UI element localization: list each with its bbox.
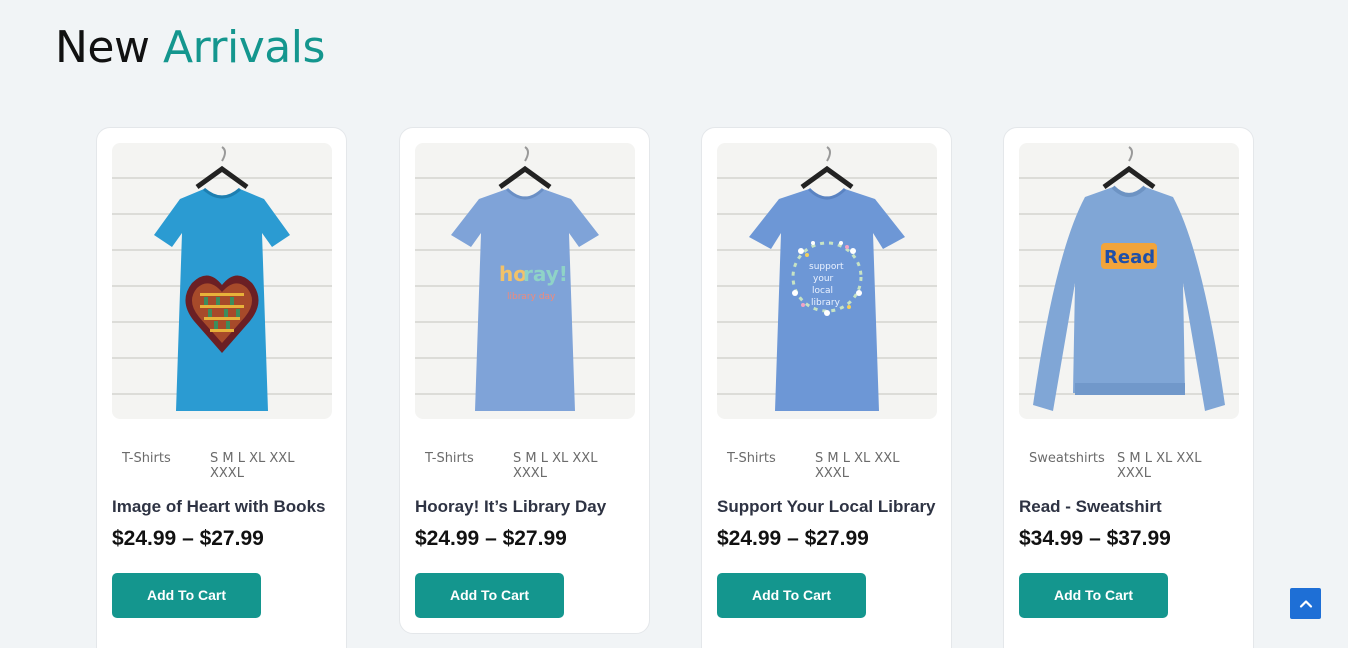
product-card: T-Shirts S M L XL XXL XXXL Image of Hear…	[96, 127, 347, 648]
product-sizes: S M L XL XXL XXXL	[513, 451, 598, 481]
scroll-to-top-button[interactable]	[1290, 588, 1321, 619]
product-title[interactable]: Support Your Local Library	[717, 495, 936, 519]
chevron-up-icon	[1299, 599, 1312, 608]
product-title[interactable]: Read - Sweatshirt	[1019, 495, 1238, 519]
product-title[interactable]: Image of Heart with Books	[112, 495, 331, 519]
product-price: $24.99 – $27.99	[717, 527, 869, 550]
svg-text:ray!: ray!	[523, 262, 568, 286]
product-price: $24.99 – $27.99	[112, 527, 264, 550]
product-card: ho ray! library day T-Shirts S M L XL XX…	[399, 127, 650, 634]
product-sizes: S M L XL XXL XXXL	[1117, 451, 1202, 481]
product-price: $34.99 – $37.99	[1019, 527, 1171, 550]
add-to-cart-button[interactable]: Add To Cart	[415, 573, 564, 618]
add-to-cart-button[interactable]: Add To Cart	[112, 573, 261, 618]
svg-text:library: library	[811, 298, 841, 308]
svg-text:library day: library day	[507, 292, 556, 302]
svg-text:your: your	[813, 274, 834, 284]
product-category[interactable]: T-Shirts	[425, 451, 489, 481]
svg-text:support: support	[809, 262, 844, 272]
product-category[interactable]: Sweatshirts	[1029, 451, 1105, 481]
product-title[interactable]: Hooray! It’s Library Day	[415, 495, 634, 519]
section-title-word2: Arrivals	[162, 22, 325, 73]
product-category[interactable]: T-Shirts	[727, 451, 791, 481]
product-sizes: S M L XL XXL XXXL	[210, 451, 295, 481]
product-image[interactable]: Read	[1019, 143, 1239, 419]
section-title-word1: New	[55, 22, 150, 73]
svg-text:Read: Read	[1104, 247, 1155, 268]
product-card: support your local library T-Shirts S M …	[701, 127, 952, 648]
add-to-cart-button[interactable]: Add To Cart	[717, 573, 866, 618]
section-title: New Arrivals	[55, 22, 325, 73]
product-image[interactable]: ho ray! library day	[415, 143, 635, 419]
product-image[interactable]: support your local library	[717, 143, 937, 419]
product-card: Read Sweatshirts S M L XL XXL XXXL Read …	[1003, 127, 1254, 648]
product-category[interactable]: T-Shirts	[122, 451, 186, 481]
product-price: $24.99 – $27.99	[415, 527, 567, 550]
svg-text:local: local	[812, 286, 833, 296]
add-to-cart-button[interactable]: Add To Cart	[1019, 573, 1168, 618]
product-sizes: S M L XL XXL XXXL	[815, 451, 900, 481]
product-image[interactable]	[112, 143, 332, 419]
